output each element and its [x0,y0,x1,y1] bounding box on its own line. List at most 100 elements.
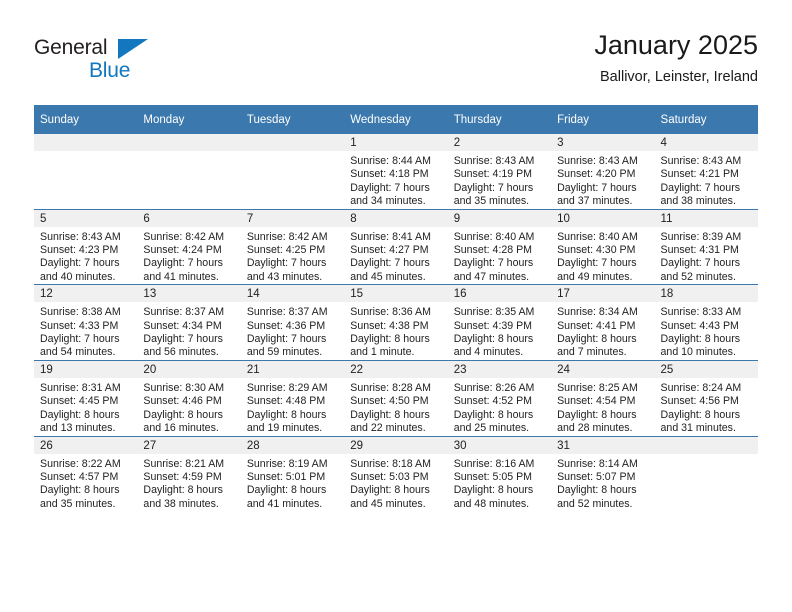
sunrise-text: Sunrise: 8:37 AM [246,306,328,319]
calendar-day-cell[interactable]: 19 Sunrise: 8:31 AM Sunset: 4:45 PM Dayligh… [34,359,138,436]
calendar-day-cell[interactable]: 2 Sunrise: 8:43 AM Sunset: 4:19 PM Daylight… [447,134,552,210]
day-number: 25 [654,360,758,378]
calendar-day-cell[interactable]: 10 Sunrise: 8:40 AM Sunset: 4:30 PM Dayligh… [551,208,655,285]
day-number: 7 [240,209,345,227]
calendar-day-cell[interactable]: 27 Sunrise: 8:21 AM Sunset: 4:59 PM Dayligh… [137,435,241,512]
calendar-day-cell[interactable]: 23 Sunrise: 8:26 AM Sunset: 4:52 PM Dayligh… [447,359,552,436]
sunset-text: Sunset: 5:07 PM [557,470,636,483]
day-details: Sunrise: 8:16 AM Sunset: 5:05 PM Daylight:… [448,454,551,512]
day-number: 12 [34,285,138,303]
sunrise-text: Sunrise: 8:34 AM [557,306,638,319]
sunrise-text: Sunrise: 8:41 AM [350,230,431,243]
weekday-header-friday: Friday [551,105,655,134]
daylight-text-line1: Daylight: 8 hours [246,484,327,497]
day-details: Sunrise: 8:41 AM Sunset: 4:27 PM Daylight:… [344,227,447,285]
calendar-day-cell[interactable]: 9 Sunrise: 8:40 AM Sunset: 4:28 PM Daylight… [447,208,552,285]
daylight-text-line1: Daylight: 8 hours [453,408,534,421]
calendar-day-cell[interactable]: 1 Sunrise: 8:44 AM Sunset: 4:18 PM Daylight… [344,134,448,210]
calendar-day-cell[interactable]: 14 Sunrise: 8:37 AM Sunset: 4:36 PM Dayligh… [240,284,345,361]
daylight-text-line2: and 43 minutes. [246,270,323,283]
calendar-day-cell[interactable]: 29 Sunrise: 8:18 AM Sunset: 5:03 PM Dayligh… [344,435,448,512]
calendar-day-cell[interactable]: 26 Sunrise: 8:22 AM Sunset: 4:57 PM Dayligh… [34,435,138,512]
daylight-text-line2: and 22 minutes. [350,422,426,435]
daylight-text-line2: and 45 minutes. [350,270,426,283]
general-blue-logo[interactable]: General Blue [34,36,164,88]
day-details: Sunrise: 8:33 AM Sunset: 4:43 PM Daylight:… [655,302,758,360]
calendar-day-cell[interactable]: 20 Sunrise: 8:30 AM Sunset: 4:46 PM Dayligh… [137,359,241,436]
daylight-text-line1: Daylight: 8 hours [350,333,430,346]
calendar-day-cell[interactable]: 18 Sunrise: 8:33 AM Sunset: 4:43 PM Dayligh… [654,284,758,361]
weekday-header-sunday: Sunday [34,105,138,134]
sunset-text: Sunset: 4:54 PM [557,395,636,408]
daylight-text-line1: Daylight: 8 hours [246,408,327,421]
day-details: Sunrise: 8:28 AM Sunset: 4:50 PM Daylight:… [344,378,447,436]
calendar-day-cell[interactable]: 21 Sunrise: 8:29 AM Sunset: 4:48 PM Dayligh… [240,359,345,436]
sunrise-text: Sunrise: 8:28 AM [350,381,431,394]
sunset-text: Sunset: 5:01 PM [246,470,326,483]
day-details: Sunrise: 8:35 AM Sunset: 4:39 PM Daylight:… [448,302,551,360]
sunrise-text: Sunrise: 8:44 AM [350,155,431,167]
day-number: 26 [34,436,138,454]
calendar-day-cell[interactable]: 13 Sunrise: 8:37 AM Sunset: 4:34 PM Dayligh… [137,284,241,361]
day-number [240,134,345,151]
daylight-text-line2: and 1 minute. [350,346,415,359]
day-number [137,134,241,151]
daylight-text-line2: and 35 minutes. [453,195,530,208]
calendar-day-cell[interactable]: 5 Sunrise: 8:43 AM Sunset: 4:23 PM Daylight… [34,208,138,285]
daylight-text-line2: and 4 minutes. [453,346,524,359]
daylight-text-line1: Daylight: 7 hours [557,257,637,270]
day-details: Sunrise: 8:39 AM Sunset: 4:31 PM Daylight:… [655,227,758,285]
calendar-day-cell[interactable]: 8 Sunrise: 8:41 AM Sunset: 4:27 PM Daylight… [344,208,448,285]
calendar-day-cell[interactable]: 15 Sunrise: 8:36 AM Sunset: 4:38 PM Dayligh… [344,284,448,361]
sunset-text: Sunset: 4:39 PM [453,319,533,332]
calendar-day-cell[interactable]: 17 Sunrise: 8:34 AM Sunset: 4:41 PM Dayligh… [551,284,655,361]
calendar-day-cell[interactable]: 12 Sunrise: 8:38 AM Sunset: 4:33 PM Dayligh… [34,284,138,361]
calendar-day-cell[interactable]: 24 Sunrise: 8:25 AM Sunset: 4:54 PM Dayligh… [551,359,655,436]
sunset-text: Sunset: 5:05 PM [453,470,533,483]
day-number: 3 [551,134,655,151]
calendar-day-cell[interactable]: 22 Sunrise: 8:28 AM Sunset: 4:50 PM Dayligh… [344,359,448,436]
page-subtitle: Ballivor, Leinster, Ireland [600,69,758,85]
calendar-day-cell[interactable]: 6 Sunrise: 8:42 AM Sunset: 4:24 PM Daylight… [137,208,241,285]
day-details: Sunrise: 8:30 AM Sunset: 4:46 PM Daylight:… [137,378,240,436]
calendar-day-cell[interactable]: 25 Sunrise: 8:24 AM Sunset: 4:56 PM Dayligh… [654,359,758,436]
daylight-text-line2: and 7 minutes. [557,346,627,359]
sunrise-text: Sunrise: 8:16 AM [453,457,535,470]
calendar-day-cell[interactable]: 11 Sunrise: 8:39 AM Sunset: 4:31 PM Dayligh… [654,208,758,285]
day-number: 17 [551,285,655,303]
daylight-text-line1: Daylight: 8 hours [143,408,223,421]
calendar-day-cell[interactable]: 4 Sunrise: 8:43 AM Sunset: 4:21 PM Daylight… [654,134,758,210]
calendar-day-cell[interactable]: 28 Sunrise: 8:19 AM Sunset: 5:01 PM Dayligh… [240,435,345,512]
sunrise-text: Sunrise: 8:43 AM [660,155,742,167]
sunrise-text: Sunrise: 8:33 AM [660,306,742,319]
daylight-text-line2: and 49 minutes. [557,270,633,283]
calendar-day-cell[interactable]: 3 Sunrise: 8:43 AM Sunset: 4:20 PM Daylight… [551,134,655,210]
sunset-text: Sunset: 4:30 PM [557,244,636,257]
calendar-day-cell[interactable]: 16 Sunrise: 8:35 AM Sunset: 4:39 PM Dayligh… [447,284,552,361]
sunrise-text: Sunrise: 8:14 AM [557,457,638,470]
day-details: Sunrise: 8:31 AM Sunset: 4:45 PM Daylight:… [34,378,137,436]
daylight-text-line2: and 59 minutes. [246,346,323,359]
sunrise-text: Sunrise: 8:43 AM [40,230,121,243]
day-details: Sunrise: 8:43 AM Sunset: 4:19 PM Daylight:… [448,151,551,209]
daylight-text-line1: Daylight: 7 hours [246,257,327,270]
sunrise-text: Sunrise: 8:40 AM [453,230,535,243]
daylight-text-line2: and 48 minutes. [453,497,530,510]
day-details: Sunrise: 8:44 AM Sunset: 4:18 PM Daylight:… [344,151,447,209]
calendar-day-cell[interactable]: 7 Sunrise: 8:42 AM Sunset: 4:25 PM Daylight… [240,208,345,285]
day-number: 28 [240,436,345,454]
sunrise-text: Sunrise: 8:26 AM [453,381,535,394]
calendar-table: Sunday Monday Tuesday Wednesday Thursday… [34,105,758,512]
calendar-day-cell[interactable]: 31 Sunrise: 8:14 AM Sunset: 5:07 PM Dayligh… [551,435,655,512]
sunset-text: Sunset: 4:27 PM [350,244,429,257]
day-number: 27 [137,436,241,454]
daylight-text-line1: Daylight: 8 hours [453,484,534,497]
calendar-day-cell[interactable]: 30 Sunrise: 8:16 AM Sunset: 5:05 PM Dayligh… [447,435,552,512]
day-number: 19 [34,360,138,378]
day-details: Sunrise: 8:26 AM Sunset: 4:52 PM Daylight:… [448,378,551,436]
daylight-text-line1: Daylight: 8 hours [143,484,223,497]
day-details: Sunrise: 8:42 AM Sunset: 4:25 PM Daylight:… [241,227,344,285]
day-number: 29 [344,436,448,454]
sunrise-text: Sunrise: 8:29 AM [246,381,328,394]
day-details: Sunrise: 8:34 AM Sunset: 4:41 PM Daylight:… [551,302,654,360]
